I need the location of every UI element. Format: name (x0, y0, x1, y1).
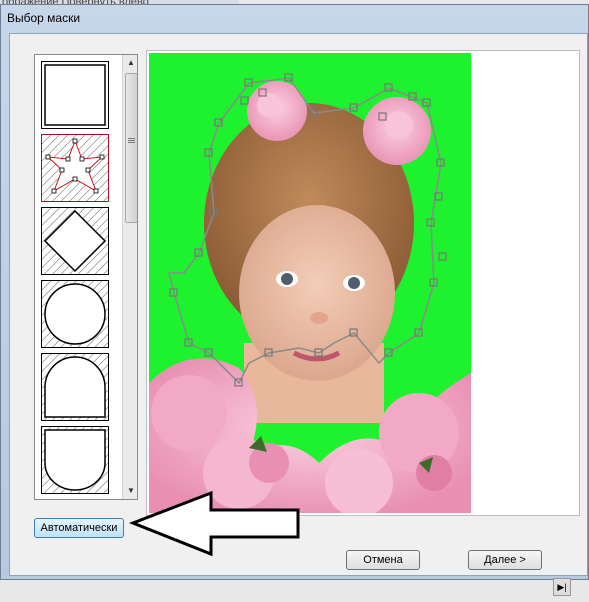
scrollbar-thumb[interactable] (125, 73, 137, 223)
mask-thumb-star[interactable] (41, 134, 109, 202)
mask-thumb-diamond[interactable] (41, 207, 109, 275)
scroll-up-icon[interactable]: ▲ (123, 55, 137, 71)
mask-thumbnail-list[interactable]: ▲ ▼ (34, 54, 138, 500)
auto-button[interactable]: Автоматически (34, 518, 124, 538)
background-bottom-strip (0, 580, 589, 602)
dialog-title: Выбор маски (7, 11, 81, 25)
preview-photo (149, 53, 471, 513)
thumbnail-scrollbar[interactable]: ▲ ▼ (122, 55, 137, 499)
play-icon[interactable]: ▶| (553, 578, 571, 596)
mask-thumb-rectangle[interactable] (41, 61, 109, 129)
next-button[interactable]: Далее > (468, 550, 542, 570)
mask-dialog: Выбор маски ▲ ▼ Автоматически Отмена Дал… (0, 4, 589, 580)
cancel-button[interactable]: Отмена (346, 550, 420, 570)
mask-thumb-circle[interactable] (41, 280, 109, 348)
mask-thumb-rounded-bottom[interactable] (41, 426, 109, 494)
dialog-client-area: ▲ ▼ Автоматически Отмена Далее > (9, 33, 588, 576)
mask-preview-panel[interactable] (146, 50, 580, 516)
mask-thumb-rounded-top[interactable] (41, 353, 109, 421)
scroll-down-icon[interactable]: ▼ (123, 483, 137, 499)
